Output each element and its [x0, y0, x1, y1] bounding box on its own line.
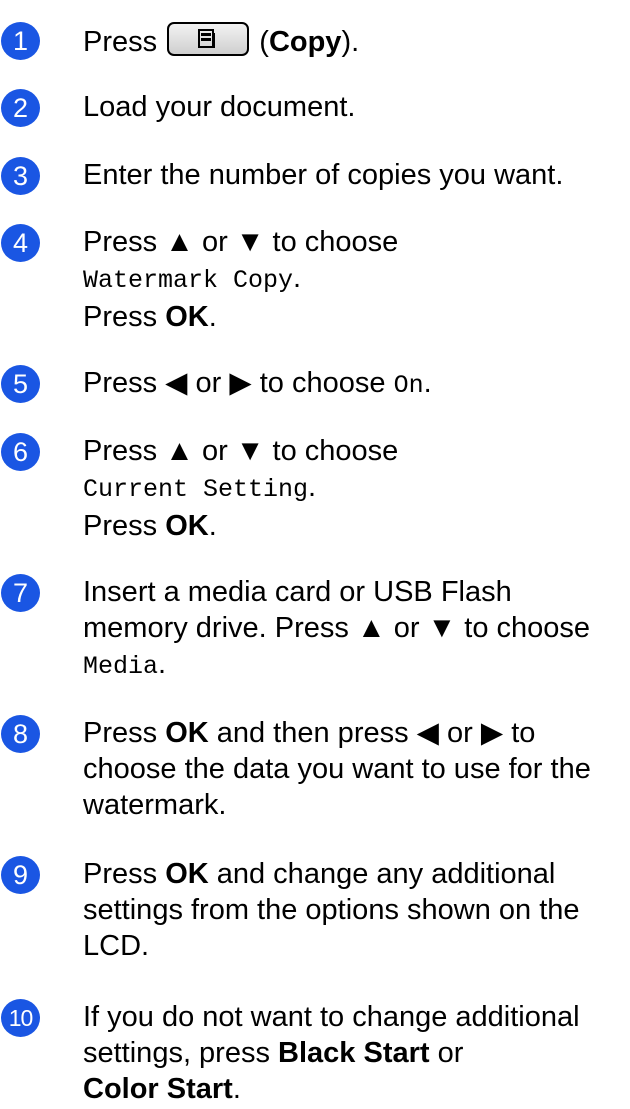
step-text: Press OK and then press ◀ or ▶ to choose… — [83, 717, 591, 821]
step-text: Press ▲ or ▼ to choose Watermark Copy. P… — [83, 226, 399, 333]
step-text: Load your document. — [83, 91, 356, 123]
step-number-badge: 6 — [1, 433, 40, 471]
step-text: Press OK and change any additional setti… — [83, 858, 580, 962]
step-text: Press ◀ or ▶ to choose On. — [83, 367, 432, 400]
step-number-badge: 8 — [1, 715, 40, 753]
step-number-badge: 7 — [1, 574, 40, 612]
step-number-badge: 2 — [1, 89, 40, 127]
step-number-badge: 9 — [1, 856, 40, 894]
step-text: Press (Copy). — [83, 22, 359, 60]
copy-document-icon — [198, 29, 216, 48]
step-text: Insert a media card or USB Flash memory … — [83, 576, 591, 681]
lcd-option: Current Setting — [83, 475, 309, 504]
step-text: Press ▲ or ▼ to choose Current Setting. … — [83, 435, 399, 542]
step-number-badge: 4 — [1, 224, 40, 262]
step-text: If you do not want to change additional … — [83, 1001, 580, 1105]
step-text: Enter the number of copies you want. — [83, 159, 564, 191]
step-number-badge: 1 — [1, 22, 40, 60]
step-number-badge: 5 — [1, 365, 40, 403]
lcd-option: On — [393, 371, 424, 400]
copy-button[interactable] — [167, 22, 250, 56]
lcd-option: Media — [83, 652, 159, 681]
step-number-badge: 3 — [1, 157, 40, 195]
step-number-badge: 10 — [1, 999, 40, 1037]
lcd-option: Watermark Copy — [83, 266, 294, 295]
